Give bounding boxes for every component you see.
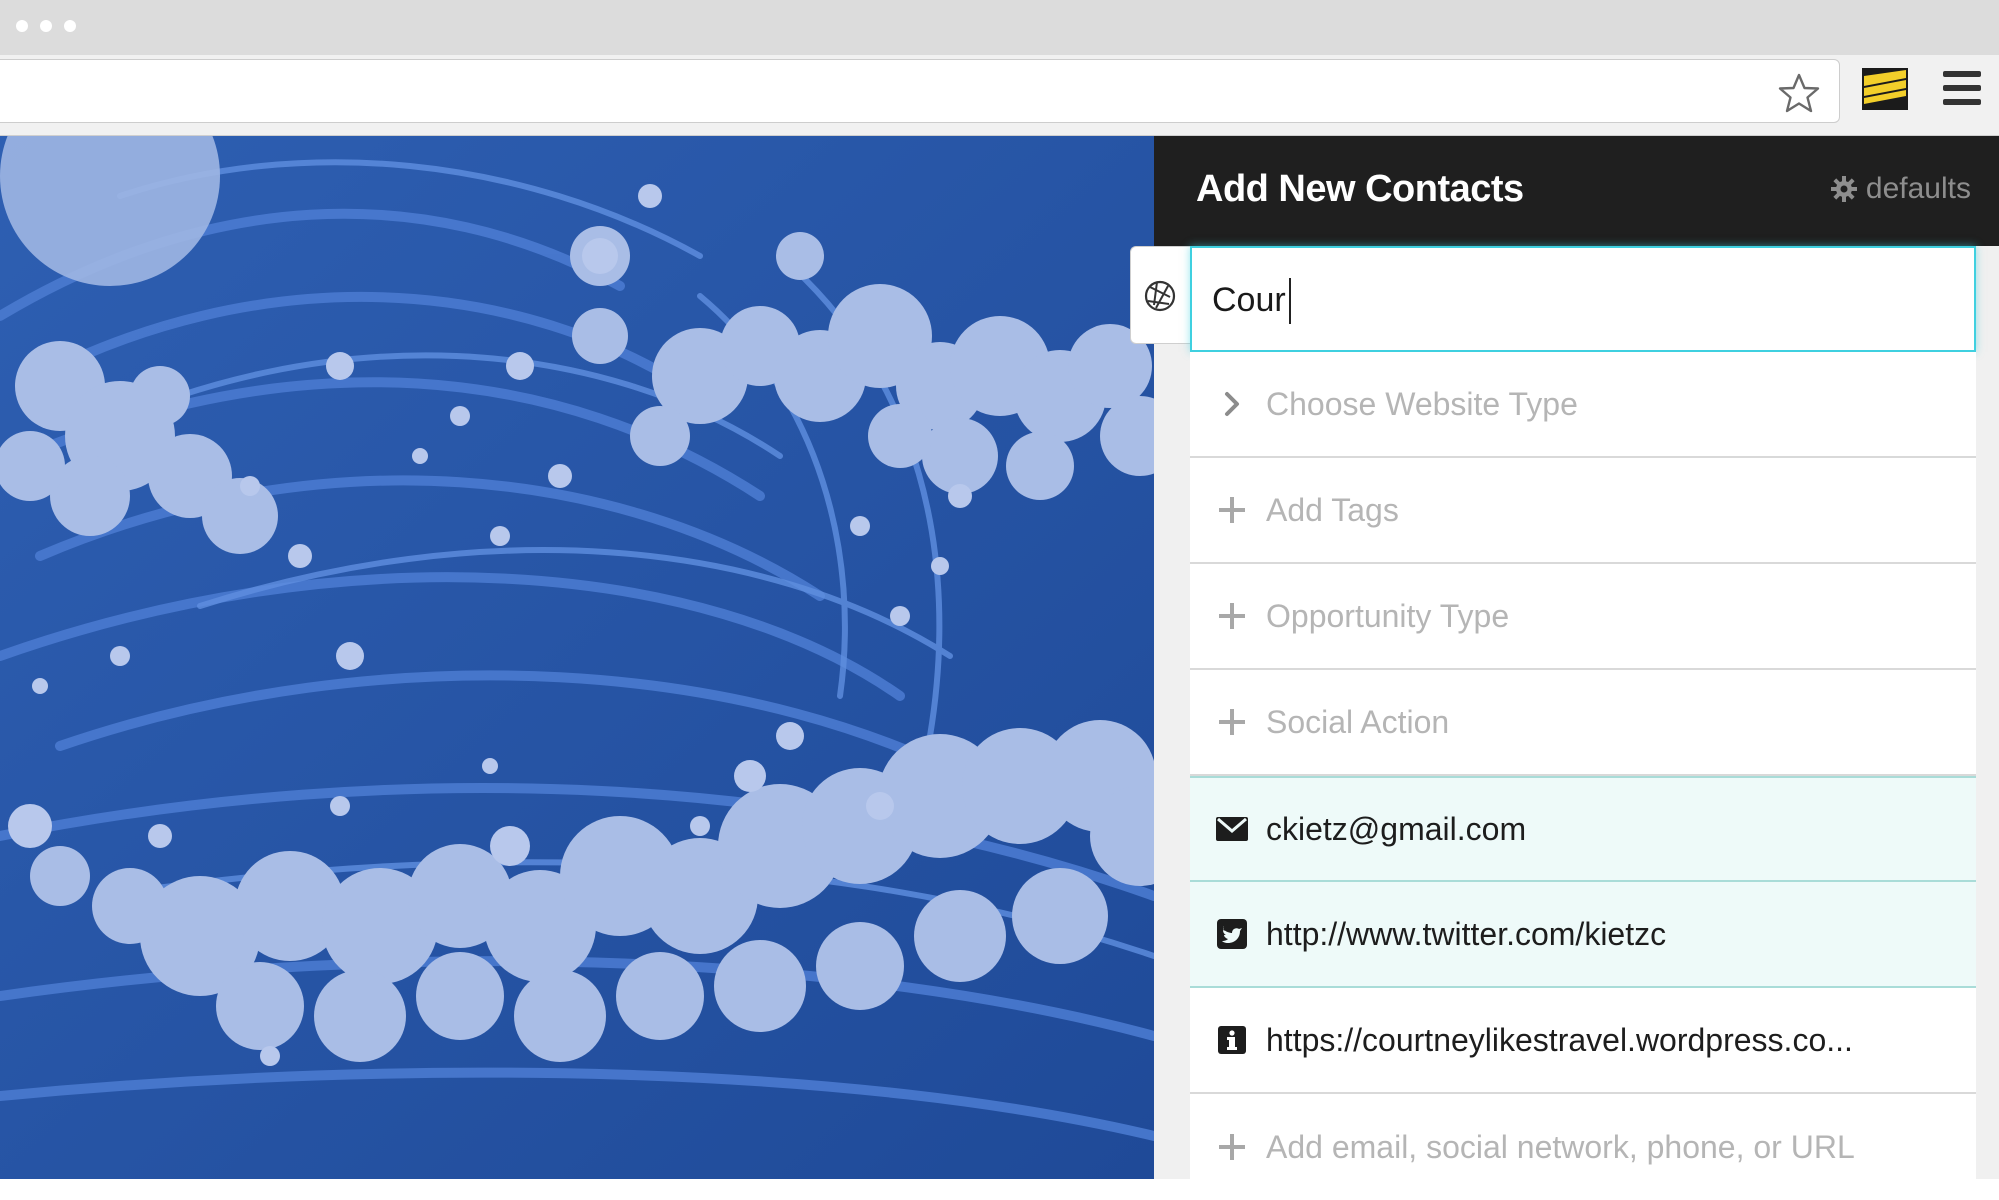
website-row[interactable]: https://courtneylikestravel.wordpress.co… [1190, 988, 1976, 1094]
plus-icon [1214, 598, 1250, 634]
window-titlebar [0, 0, 1999, 55]
plus-icon [1214, 704, 1250, 740]
plus-icon [1214, 492, 1250, 528]
defaults-label: defaults [1865, 172, 1971, 205]
website-type-label: Choose Website Type [1266, 385, 1578, 422]
chevron-right-icon [1214, 386, 1250, 422]
opportunity-type-label: Opportunity Type [1266, 597, 1510, 634]
add-contact-method-button[interactable]: Add email, social network, phone, or URL [1190, 1094, 1976, 1200]
panel-title: Add New Contacts [1196, 168, 1524, 210]
wave-artwork [0, 136, 1154, 1179]
envelope-icon [1214, 811, 1250, 847]
panel-header: Add New Contacts defaults [1154, 136, 1999, 246]
star-outline-icon[interactable] [1777, 72, 1821, 116]
social-action-label: Social Action [1266, 703, 1450, 740]
window-dot-3[interactable] [64, 20, 76, 32]
window-dot-1[interactable] [16, 20, 28, 32]
website-type-selector[interactable]: Choose Website Type [1190, 352, 1976, 458]
text-caret [1289, 278, 1291, 324]
gear-icon [1830, 176, 1857, 202]
plus-icon [1214, 1129, 1250, 1165]
address-bar[interactable] [0, 59, 1840, 123]
add-tags-button[interactable]: Add Tags [1190, 458, 1976, 564]
defaults-button[interactable]: defaults [1830, 172, 1971, 206]
twitter-icon [1214, 916, 1250, 952]
add-contacts-panel: Add New Contacts defaults Cour Choose We… [1130, 136, 1999, 1200]
social-action-button[interactable]: Social Action [1190, 670, 1976, 776]
contact-form: Choose Website Type Add Tags Opportunity… [1190, 246, 1976, 1200]
aperture-icon [1144, 280, 1176, 312]
flag-extension-icon[interactable] [1860, 66, 1910, 112]
email-row[interactable]: ckietz@gmail.com [1190, 776, 1976, 882]
name-input[interactable] [1210, 274, 1954, 326]
browser-toolbar [0, 55, 1999, 136]
name-input-wrapper [1190, 246, 1976, 352]
twitter-row[interactable]: http://www.twitter.com/kietzc [1190, 882, 1976, 988]
email-value: ckietz@gmail.com [1266, 810, 1527, 847]
twitter-url-value: http://www.twitter.com/kietzc [1266, 915, 1667, 952]
hamburger-menu-icon[interactable] [1943, 71, 1981, 105]
info-icon [1214, 1022, 1250, 1058]
side-tab[interactable] [1130, 246, 1191, 344]
window-dot-2[interactable] [40, 20, 52, 32]
add-contact-method-label: Add email, social network, phone, or URL [1266, 1128, 1855, 1165]
opportunity-type-button[interactable]: Opportunity Type [1190, 564, 1976, 670]
website-url-value: https://courtneylikestravel.wordpress.co… [1266, 1021, 1853, 1058]
add-tags-label: Add Tags [1266, 491, 1399, 528]
